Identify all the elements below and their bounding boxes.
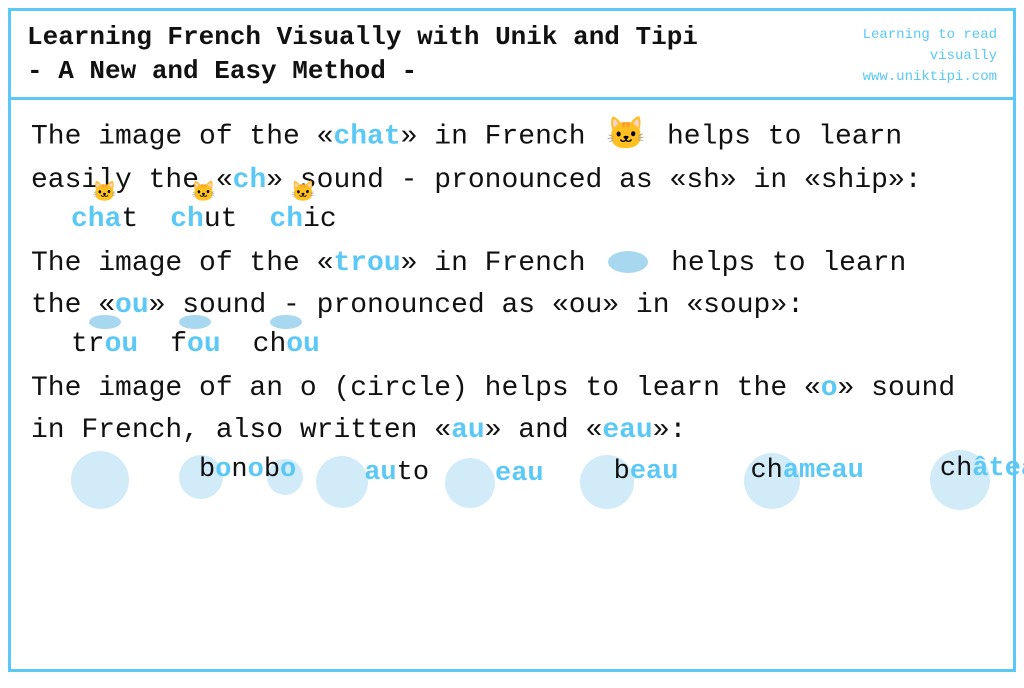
word-bonobo: bonobo bbox=[61, 455, 296, 541]
header: Learning French Visually with Unik and T… bbox=[11, 11, 1013, 100]
section1-line2: easily the «ch» sound - pronounced as «s… bbox=[31, 160, 993, 202]
trou-ou: ou bbox=[105, 329, 139, 360]
highlight-au: au bbox=[451, 415, 485, 446]
chut-overlay: 🐱 chut bbox=[170, 204, 237, 235]
chou-overlay: chou bbox=[253, 329, 320, 360]
main-container: Learning French Visually with Unik and T… bbox=[8, 8, 1016, 672]
word-trou: trou bbox=[71, 329, 138, 360]
cat-icon-1: 🐱 bbox=[606, 112, 646, 160]
title-line2: - A New and Easy Method - bbox=[27, 55, 698, 89]
circle-auto bbox=[316, 456, 368, 508]
cat-above-2: 🐱 bbox=[191, 184, 216, 204]
trou-above-2 bbox=[179, 315, 211, 329]
word-chameau: chameau bbox=[694, 456, 863, 540]
word-chut: 🐱 chut bbox=[170, 204, 237, 235]
section2-line1: The image of the «trou» in French helps … bbox=[31, 243, 993, 285]
chou-ou: ou bbox=[286, 329, 320, 360]
cat-above-1: 🐱 bbox=[92, 184, 117, 204]
section-chat: The image of the «chat» in French 🐱 help… bbox=[31, 112, 993, 239]
word-eau: eau bbox=[445, 459, 544, 537]
trou-above-1 bbox=[89, 315, 121, 329]
word-chat: 🐱 chat bbox=[71, 204, 138, 235]
subtitle-url: www.uniktipi.com bbox=[863, 67, 997, 88]
word-beau-text: beau bbox=[614, 457, 679, 487]
word-chut-ch: ch bbox=[170, 204, 204, 235]
word-chateau-text: château bbox=[940, 454, 1024, 484]
word-chat-ch: cha bbox=[71, 204, 121, 235]
word-chameau-text: chameau bbox=[750, 456, 863, 486]
section2-line2: the «ou» sound - pronounced as «ou» in «… bbox=[31, 285, 993, 327]
highlight-trou: trou bbox=[333, 248, 400, 279]
word-auto-text: auto bbox=[364, 458, 429, 488]
section3-word-row: bonobo auto eau beau chameau bbox=[61, 454, 993, 542]
fou-overlay: fou bbox=[170, 329, 220, 360]
header-title: Learning French Visually with Unik and T… bbox=[27, 21, 698, 89]
word-auto: auto bbox=[312, 458, 429, 538]
word-eau-text: eau bbox=[495, 459, 544, 489]
trou-icon bbox=[608, 251, 648, 273]
section1-line1: The image of the «chat» in French 🐱 help… bbox=[31, 112, 993, 160]
word-chic: 🐱 chic bbox=[269, 204, 336, 235]
highlight-o: o bbox=[821, 373, 838, 404]
subtitle-line2: visually bbox=[863, 46, 997, 67]
section2-word-row: trou fou chou bbox=[71, 329, 993, 360]
trou-above-3 bbox=[270, 315, 302, 329]
main-content: The image of the «chat» in French 🐱 help… bbox=[11, 100, 1013, 669]
header-subtitle: Learning to read visually www.uniktipi.c… bbox=[863, 25, 997, 88]
cat-above-3: 🐱 bbox=[291, 184, 316, 204]
section3-line1: The image of an o (circle) helps to lear… bbox=[31, 368, 993, 410]
fou-ou: ou bbox=[187, 329, 221, 360]
word-chic-ch: ch bbox=[269, 204, 303, 235]
section-trou: The image of the «trou» in French helps … bbox=[31, 243, 993, 364]
subtitle-line1: Learning to read bbox=[863, 25, 997, 46]
highlight-chat: chat bbox=[333, 121, 400, 152]
section-circle: The image of an o (circle) helps to lear… bbox=[31, 368, 993, 546]
highlight-ch: ch bbox=[233, 165, 267, 196]
trou-word-overlay: trou bbox=[71, 329, 138, 360]
highlight-eau: eau bbox=[602, 415, 652, 446]
highlight-ou: ou bbox=[115, 290, 149, 321]
chic-overlay: 🐱 chic bbox=[269, 204, 336, 235]
circle-bonobo-1 bbox=[71, 451, 129, 509]
word-beau: beau bbox=[560, 457, 679, 539]
word-chateau: château bbox=[880, 454, 1024, 542]
chat-overlay: 🐱 chat bbox=[71, 204, 138, 235]
word-chou: chou bbox=[253, 329, 320, 360]
title-line1: Learning French Visually with Unik and T… bbox=[27, 21, 698, 55]
section1-word-row: 🐱 chat 🐱 chut 🐱 chic bbox=[71, 204, 993, 235]
section3-line2: in French, also written «au» and «eau»: bbox=[31, 410, 993, 452]
word-fou: fou bbox=[170, 329, 220, 360]
circle-eau bbox=[445, 458, 495, 508]
word-bonobo-text: bonobo bbox=[199, 455, 296, 485]
